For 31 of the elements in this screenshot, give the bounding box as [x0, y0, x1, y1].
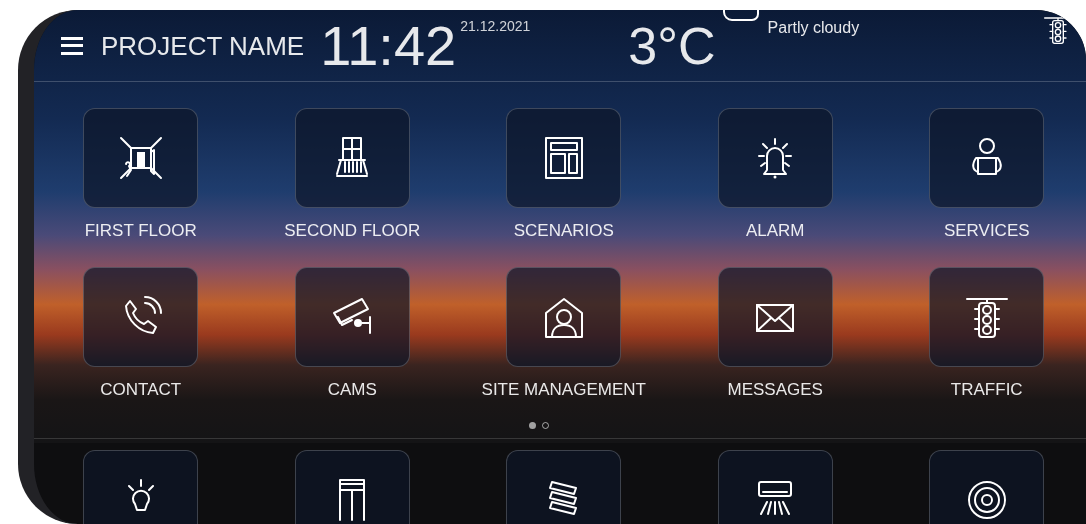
tile-button[interactable] — [929, 267, 1045, 367]
tile-button[interactable] — [929, 450, 1045, 524]
tile-button[interactable] — [294, 450, 410, 524]
tile-button[interactable] — [717, 267, 833, 367]
tile-label[interactable]: SECOND FLOOR — [284, 221, 421, 241]
tile-label[interactable]: MESSAGES — [727, 380, 823, 400]
tile-label[interactable]: CAMS — [327, 380, 377, 400]
project-name: PROJECT NAME — [101, 32, 305, 59]
tile-label[interactable]: TRAFFIC — [950, 380, 1023, 400]
tile-button[interactable] — [506, 267, 622, 367]
tile-button[interactable] — [506, 450, 622, 524]
tile-button[interactable] — [83, 450, 199, 524]
tile-button[interactable] — [929, 108, 1045, 208]
tile-label[interactable]: FIRST FLOOR — [84, 221, 197, 241]
weather-text: Partly cloudy — [767, 18, 860, 38]
tile-button[interactable] — [83, 267, 199, 367]
tile-label[interactable]: SERVICES — [943, 221, 1030, 241]
temperature: 3°C — [628, 19, 716, 72]
tile-button[interactable] — [83, 108, 199, 208]
tile-label[interactable]: ALARM — [745, 221, 805, 241]
tile-button[interactable] — [506, 108, 622, 208]
tile-label[interactable]: SCENARIOS — [513, 221, 614, 241]
menu-icon[interactable] — [61, 36, 83, 55]
tile-label[interactable]: CONTACT — [100, 380, 182, 400]
clock-time: 11:42 — [320, 17, 457, 74]
tile-label[interactable]: SITE MANAGEMENT — [481, 380, 646, 400]
tile-button[interactable] — [294, 108, 410, 208]
date-text: 21.12.2021 — [460, 17, 531, 36]
tile-button[interactable] — [717, 108, 833, 208]
tile-button[interactable] — [717, 450, 833, 524]
tile-button[interactable] — [294, 267, 410, 367]
